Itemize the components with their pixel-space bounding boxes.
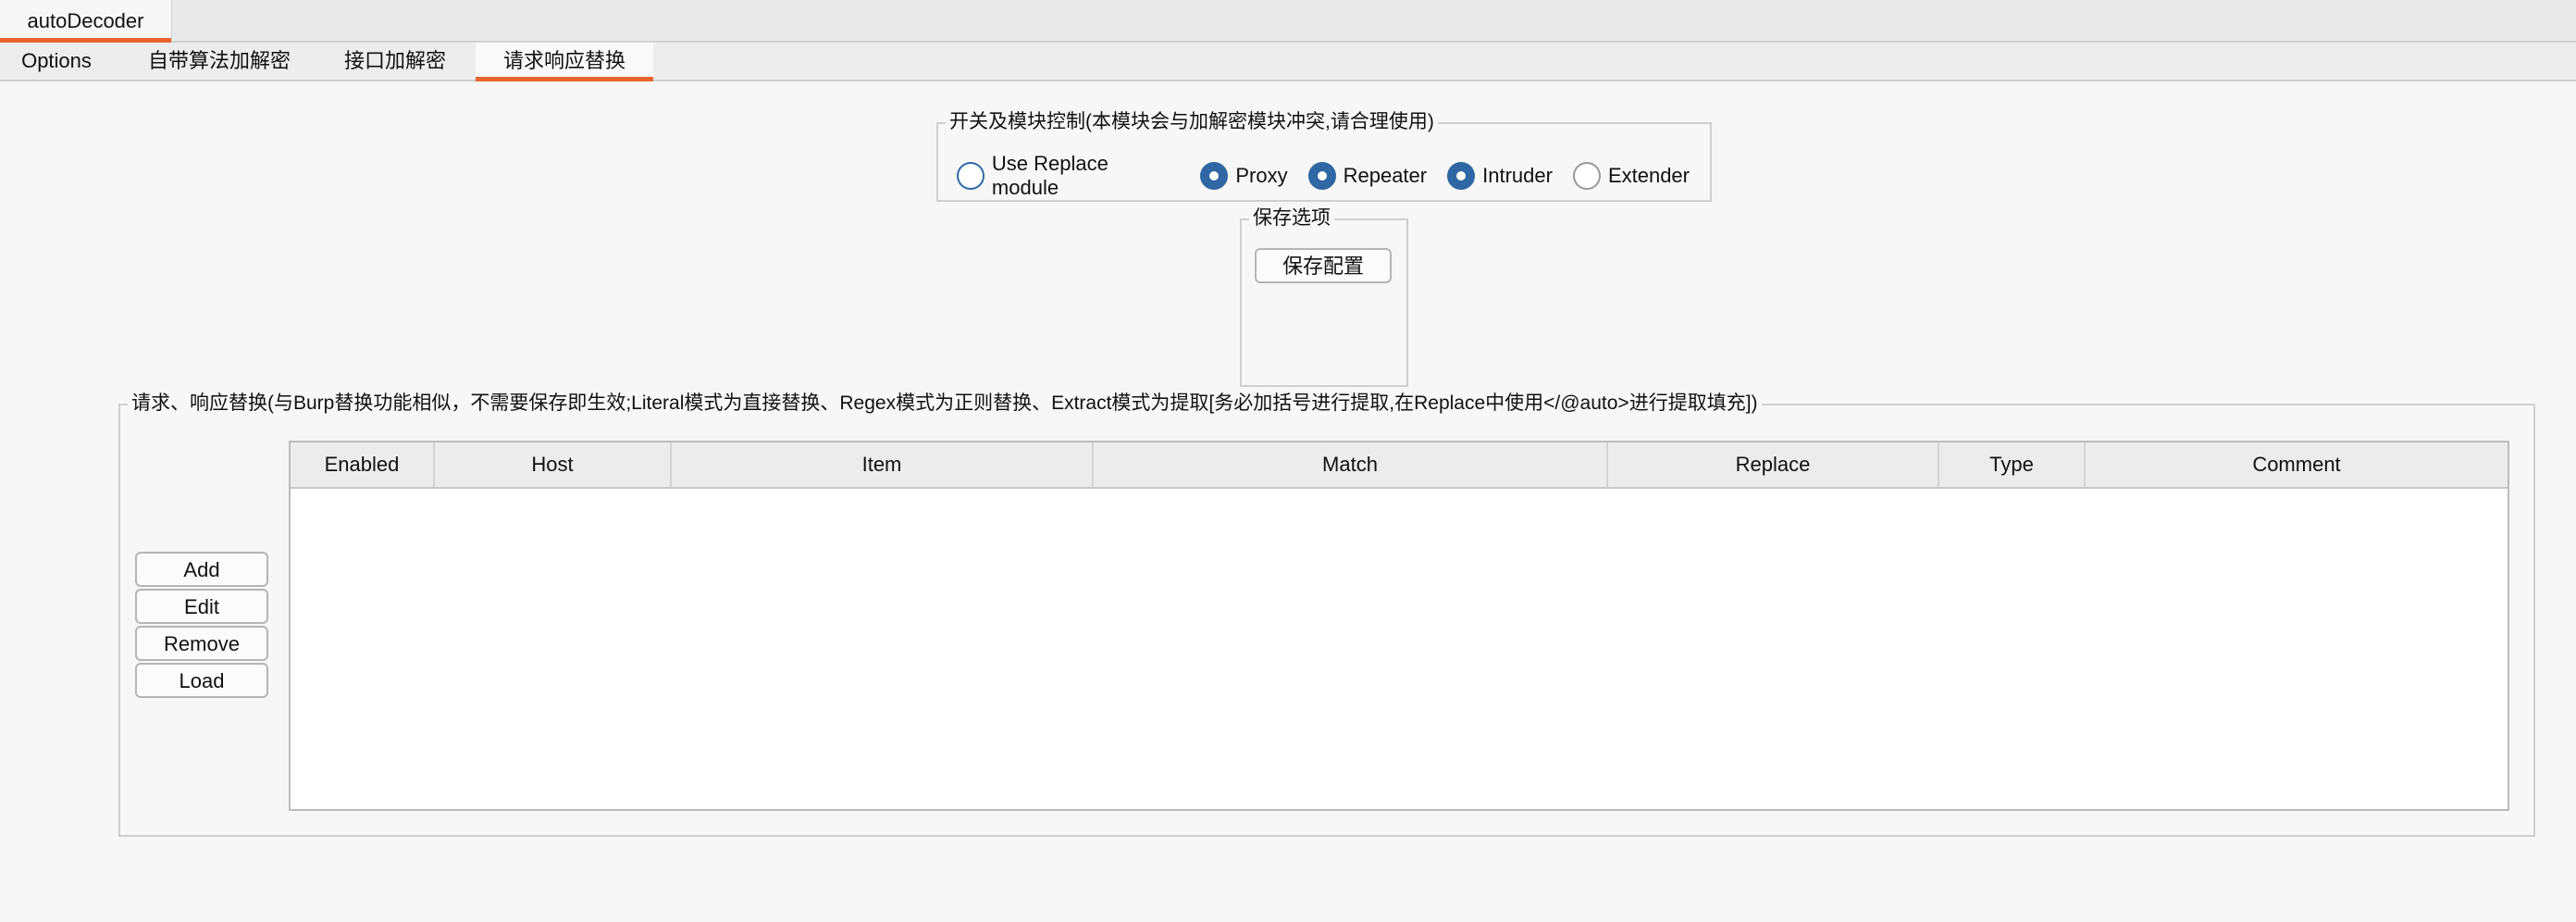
column-match[interactable]: Match	[1094, 442, 1608, 487]
tab-options-label: Options	[21, 49, 92, 72]
tab-autodecoder-label: autoDecoder	[27, 9, 144, 32]
sub-tab-bar: Options 自带算法加解密 接口加解密 请求响应替换	[0, 43, 2576, 81]
tab-autodecoder[interactable]: autoDecoder	[0, 0, 172, 43]
replace-rules-legend: 请求、响应替换(与Burp替换功能相似，不需要保存即生效;Literal模式为直…	[128, 392, 1762, 416]
use-replace-module-label: Use Replace module	[991, 152, 1108, 199]
intruder-label: Intruder	[1482, 164, 1553, 187]
save-options-group: 保存选项 保存配置	[1240, 206, 1408, 387]
tab-builtin-crypto[interactable]: 自带算法加解密	[130, 43, 309, 80]
column-host[interactable]: Host	[435, 442, 672, 487]
proxy-label: Proxy	[1235, 164, 1288, 187]
column-comment[interactable]: Comment	[2086, 442, 2508, 487]
tab-options[interactable]: Options	[0, 43, 113, 80]
repeater-label: Repeater	[1343, 164, 1428, 187]
column-replace[interactable]: Replace	[1608, 442, 1939, 487]
tab-builtin-crypto-label: 自带算法加解密	[147, 49, 291, 72]
table-body[interactable]	[291, 489, 2508, 809]
tab-api-crypto[interactable]: 接口加解密	[326, 43, 464, 80]
extender-label: Extender	[1607, 164, 1690, 187]
column-item[interactable]: Item	[672, 442, 1094, 487]
radio-circle-icon	[1572, 162, 1601, 190]
load-button[interactable]: Load	[135, 663, 268, 698]
intruder-radio[interactable]: Intruder	[1447, 162, 1553, 190]
remove-button[interactable]: Remove	[135, 626, 268, 661]
module-radio-row: Use Replace module Proxy Repeater Intrud…	[957, 152, 1710, 200]
module-control-group: 开关及模块控制(本模块会与加解密模块冲突,请合理使用) Use Replace …	[936, 110, 1712, 202]
use-replace-module-radio[interactable]: Use Replace module	[957, 152, 1180, 200]
repeater-radio[interactable]: Repeater	[1307, 162, 1428, 190]
edit-button[interactable]: Edit	[135, 589, 268, 624]
table-header: Enabled Host Item Match Replace Type Com…	[291, 442, 2508, 489]
save-config-button[interactable]: 保存配置	[1255, 248, 1392, 283]
module-control-legend: 开关及模块控制(本模块会与加解密模块冲突,请合理使用)	[946, 110, 1438, 134]
column-enabled[interactable]: Enabled	[291, 442, 435, 487]
top-tab-bar: autoDecoder	[0, 0, 2576, 43]
tab-request-response-replace[interactable]: 请求响应替换	[476, 43, 653, 81]
radio-circle-icon	[1447, 162, 1476, 190]
replace-rules-table[interactable]: Enabled Host Item Match Replace Type Com…	[289, 441, 2509, 811]
proxy-radio[interactable]: Proxy	[1200, 162, 1288, 190]
tab-api-crypto-label: 接口加解密	[343, 49, 446, 72]
extender-radio[interactable]: Extender	[1572, 162, 1690, 190]
save-options-legend: 保存选项	[1249, 206, 1334, 230]
add-button[interactable]: Add	[135, 552, 268, 587]
active-subtab-indicator	[476, 77, 653, 81]
radio-circle-icon	[1307, 162, 1336, 190]
radio-circle-icon	[1200, 162, 1229, 190]
column-type[interactable]: Type	[1939, 442, 2086, 487]
tab-request-response-replace-label: 请求响应替换	[502, 49, 625, 72]
radio-circle-icon	[957, 162, 985, 190]
